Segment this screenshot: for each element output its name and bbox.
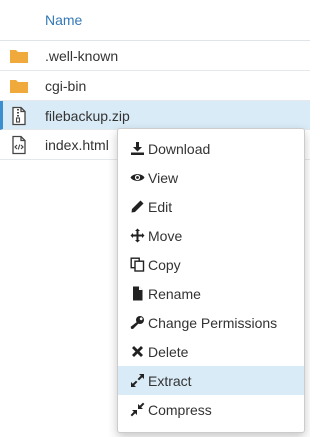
file-name: cgi-bin (45, 78, 87, 94)
menu-item-label: Edit (148, 199, 173, 215)
html-file-icon (9, 135, 29, 155)
file-manager: Name .well-known cgi-bin filebackup.zip … (0, 0, 310, 437)
file-row-filebackup-zip[interactable]: filebackup.zip (0, 101, 310, 130)
menu-item-label: Extract (148, 373, 192, 389)
file-name: filebackup.zip (45, 108, 130, 124)
menu-item-rename[interactable]: Rename (118, 279, 304, 308)
download-icon (130, 141, 145, 156)
menu-item-delete[interactable]: Delete (118, 337, 304, 366)
file-row-cgi-bin[interactable]: cgi-bin (0, 71, 310, 101)
menu-item-label: Delete (148, 344, 189, 360)
menu-item-label: Change Permissions (148, 315, 278, 331)
menu-item-copy[interactable]: Copy (118, 250, 304, 279)
menu-item-label: Move (148, 228, 183, 244)
file-row-well-known[interactable]: .well-known (0, 41, 310, 71)
menu-item-label: Copy (148, 257, 181, 273)
copy-icon (130, 257, 145, 272)
wrench-icon (130, 315, 145, 330)
menu-item-compress[interactable]: Compress (118, 395, 304, 424)
menu-item-extract[interactable]: Extract (118, 366, 304, 395)
folder-icon (9, 76, 29, 96)
menu-item-label: Download (148, 141, 211, 157)
file-name: index.html (45, 137, 109, 153)
eye-icon (130, 170, 145, 185)
menu-item-change-permissions[interactable]: Change Permissions (118, 308, 304, 337)
compress-icon (130, 402, 145, 417)
menu-item-label: View (148, 170, 179, 186)
table-header: Name (0, 0, 310, 41)
zip-file-icon (9, 106, 29, 126)
expand-icon (130, 373, 145, 388)
name-column-header[interactable]: Name (45, 12, 82, 28)
folder-icon (9, 46, 29, 66)
file-name: .well-known (45, 48, 119, 64)
menu-item-edit[interactable]: Edit (118, 192, 304, 221)
menu-item-label: Rename (148, 286, 201, 302)
menu-item-label: Compress (148, 402, 212, 418)
pencil-icon (130, 199, 145, 214)
menu-item-download[interactable]: Download (118, 134, 304, 163)
file-icon (130, 286, 145, 301)
x-icon (130, 344, 145, 359)
menu-item-move[interactable]: Move (118, 221, 304, 250)
context-menu: Download View Edit Move Copy Rename Chan… (117, 128, 305, 433)
move-arrows-icon (130, 228, 145, 243)
menu-item-view[interactable]: View (118, 163, 304, 192)
